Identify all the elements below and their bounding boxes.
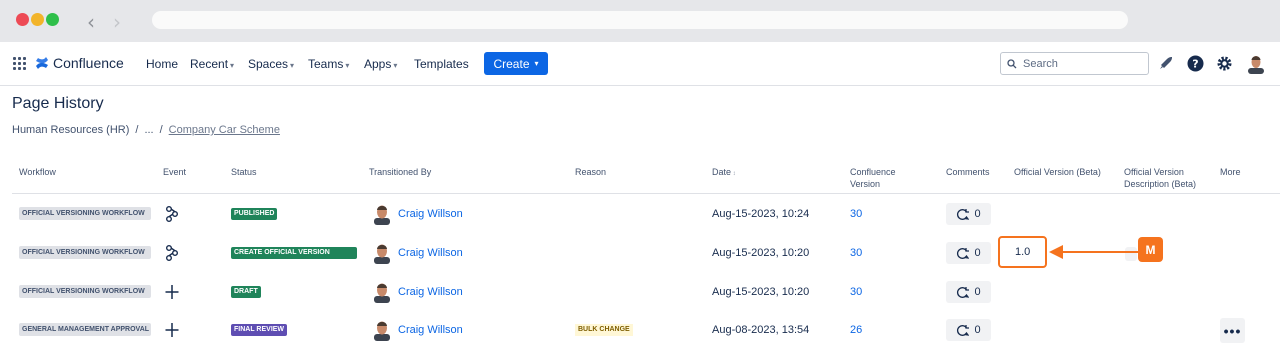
table-row: OFFICIAL VERSIONING WORKFLOW DRAFT Craig… [0, 273, 1280, 311]
date-text: Aug-15-2023, 10:20 [712, 286, 810, 298]
chevron-down-icon: ▾ [393, 61, 398, 70]
browser-chrome: ‹ › [0, 0, 1280, 42]
back-arrow-icon[interactable]: ‹ [87, 10, 95, 34]
chevron-down-icon: ▾ [345, 61, 350, 70]
nav-templates[interactable]: Templates [414, 57, 469, 71]
avatar [374, 244, 390, 264]
app-switcher-icon[interactable] [13, 57, 26, 70]
settings-gear-icon[interactable] [1216, 55, 1233, 72]
table-row: OFFICIAL VERSIONING WORKFLOW PUBLISHED C… [0, 195, 1280, 233]
column-header-status: Status [231, 167, 257, 177]
address-bar[interactable] [152, 11, 1128, 29]
chevron-down-icon: ▾ [230, 61, 235, 70]
comments-button[interactable]: 0 [946, 242, 991, 264]
user-link[interactable]: Craig Willson [398, 286, 463, 298]
annotation-badge: M [1138, 237, 1163, 262]
reason-lozenge: BULK CHANGE [575, 324, 633, 336]
column-header-date[interactable]: Date ↕ [712, 166, 736, 180]
avatar [374, 283, 390, 303]
breadcrumb: Human Resources (HR) /... / Company Car Sch… [12, 124, 280, 136]
status-lozenge: DRAFT [231, 286, 261, 298]
breadcrumb-ellipsis[interactable]: ... [144, 124, 153, 136]
status-lozenge: FINAL REVIEW [231, 324, 288, 336]
chevron-down-icon: ▾ [534, 59, 539, 68]
minimize-window-button[interactable] [31, 13, 44, 26]
date-text: Aug-08-2023, 13:54 [712, 324, 810, 336]
nav-home[interactable]: Home [146, 57, 178, 71]
annotation-arrow-icon [1049, 245, 1138, 259]
plus-icon [165, 285, 179, 299]
chevron-down-icon: ▾ [290, 61, 295, 70]
comment-icon [957, 324, 970, 336]
comments-button[interactable]: 0 [946, 281, 991, 303]
user-link[interactable]: Craig Willson [398, 247, 463, 259]
comment-icon [957, 247, 970, 259]
nav-teams[interactable]: Teams ▾ [308, 57, 349, 71]
workflow-icon [166, 206, 178, 222]
workflow-icon [166, 245, 178, 261]
nav-spaces[interactable]: Spaces ▾ [248, 57, 294, 71]
close-window-button[interactable] [16, 13, 29, 26]
svg-text:?: ? [1192, 58, 1198, 71]
comments-button[interactable]: 0 [946, 319, 991, 341]
status-lozenge: PUBLISHED [231, 208, 278, 220]
column-header-official-version-description: Official Version Description (Beta) [1124, 167, 1197, 189]
column-header-reason: Reason [575, 167, 607, 177]
date-text: Aug-15-2023, 10:20 [712, 247, 810, 259]
workflow-lozenge: OFFICIAL VERSIONING WORKFLOW [19, 285, 151, 298]
header-divider [12, 193, 1280, 194]
table-row: GENERAL MANAGEMENT APPROVAL FINAL REVIEW… [0, 311, 1280, 349]
notifications-icon[interactable] [1158, 55, 1174, 71]
column-header-official-version: Official Version (Beta) [1014, 167, 1101, 177]
version-link[interactable]: 30 [850, 247, 862, 259]
column-header-transitioned-by: Transitioned By [369, 167, 432, 177]
app-name: Confluence [53, 55, 124, 71]
workflow-lozenge: GENERAL MANAGEMENT APPROVAL [19, 323, 151, 336]
comments-button[interactable]: 0 [946, 203, 991, 225]
breadcrumb-page[interactable]: Company Car Scheme [169, 124, 280, 136]
sort-icon: ↕ [731, 171, 736, 177]
search-icon [1007, 58, 1017, 68]
breadcrumb-space[interactable]: Human Resources (HR) [12, 124, 129, 136]
column-header-event: Event [163, 167, 187, 177]
create-button[interactable]: Create ▾ [484, 52, 548, 75]
status-lozenge: CREATE OFFICIAL VERSION [231, 247, 357, 259]
version-link[interactable]: 30 [850, 286, 862, 298]
top-navigation: Confluence Home Recent ▾ Spaces ▾ Teams ▾ A… [0, 42, 1280, 86]
date-text: Aug-15-2023, 10:24 [712, 208, 810, 220]
confluence-logo-icon [36, 57, 48, 69]
comment-icon [957, 286, 970, 298]
avatar [374, 205, 390, 225]
user-link[interactable]: Craig Willson [398, 208, 463, 220]
forward-arrow-icon[interactable]: › [113, 10, 121, 34]
search-input[interactable]: Search [1000, 52, 1149, 75]
workflow-lozenge: OFFICIAL VERSIONING WORKFLOW [19, 246, 151, 259]
column-header-confluence-version: Confluence Version [850, 167, 896, 189]
version-link[interactable]: 26 [850, 324, 862, 336]
more-actions-button[interactable]: ••• [1220, 318, 1245, 343]
user-link[interactable]: Craig Willson [398, 324, 463, 336]
official-version-field[interactable]: 1.0 [998, 236, 1047, 268]
help-icon[interactable]: ? [1187, 55, 1204, 72]
comment-icon [957, 208, 970, 220]
maximize-window-button[interactable] [46, 13, 59, 26]
nav-recent[interactable]: Recent ▾ [190, 57, 234, 71]
version-link[interactable]: 30 [850, 208, 862, 220]
page-title: Page History [12, 95, 104, 112]
column-header-workflow: Workflow [19, 167, 56, 177]
confluence-logo[interactable]: Confluence [35, 55, 124, 71]
column-header-comments: Comments [946, 167, 990, 177]
nav-apps[interactable]: Apps ▾ [364, 57, 397, 71]
avatar [374, 321, 390, 341]
workflow-lozenge: OFFICIAL VERSIONING WORKFLOW [19, 207, 151, 220]
plus-icon [165, 323, 179, 337]
profile-avatar[interactable] [1248, 54, 1264, 74]
column-header-more: More [1220, 167, 1241, 177]
